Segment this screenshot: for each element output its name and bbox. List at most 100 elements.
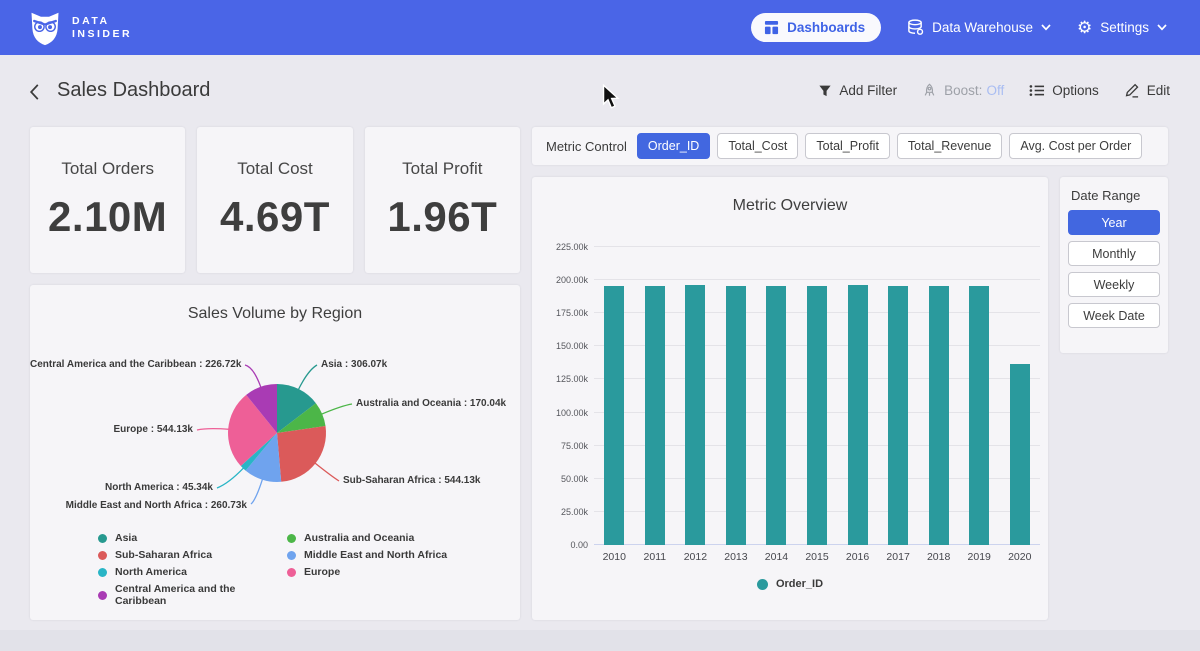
x-tick-label: 2018 — [918, 551, 959, 563]
legend-item: Sub-Saharan Africa — [98, 549, 287, 561]
page-title: Sales Dashboard — [57, 79, 210, 102]
filter-funnel-icon — [818, 84, 832, 98]
content-area: Sales Dashboard Add Filter Boost: Off — [0, 55, 1200, 630]
pie-leader-line — [315, 463, 339, 481]
x-tick-label: 2016 — [837, 551, 878, 563]
x-tick-label: 2015 — [797, 551, 838, 563]
metric-option-total-revenue[interactable]: Total_Revenue — [897, 133, 1002, 159]
dashboards-button[interactable]: Dashboards — [751, 13, 881, 42]
pie-label-middle-east-north-africa: Middle East and North Africa : 260.73k — [30, 500, 247, 511]
pie-chart-card: Sales Volume by Region Asia : 306.07k Au… — [30, 285, 520, 620]
legend-dot — [98, 591, 107, 600]
pie-legend: AsiaAustralia and OceaniaSub-Saharan Afr… — [98, 532, 447, 607]
data-warehouse-menu[interactable]: Data Warehouse — [907, 19, 1051, 36]
x-tick-label: 2017 — [878, 551, 919, 563]
bar-2010[interactable] — [604, 286, 624, 545]
bar-plot — [594, 247, 1040, 545]
bar-legend-label: Order_ID — [776, 578, 823, 590]
database-icon — [907, 19, 924, 36]
bar-2014[interactable] — [766, 286, 786, 545]
pie-leader-line — [321, 404, 352, 414]
kpi-value: 1.96T — [387, 193, 497, 241]
x-tick-label: 2011 — [635, 551, 676, 563]
legend-dot — [757, 579, 768, 590]
kpi-card: Total Orders 2.10M — [30, 127, 185, 273]
bar-2011[interactable] — [645, 286, 665, 545]
boost-label: Boost: — [944, 83, 982, 98]
brand-logo: DATA INSIDER — [27, 9, 132, 47]
brand-line2: INSIDER — [72, 28, 132, 41]
app-root: DATA INSIDER Dashboards — [0, 0, 1200, 651]
pencil-icon — [1124, 83, 1140, 98]
bar-2012[interactable] — [685, 285, 705, 545]
pie-slice-2[interactable] — [277, 426, 326, 482]
legend-dot — [98, 534, 107, 543]
legend-item: Middle East and North Africa — [287, 549, 447, 561]
x-tick-label: 2020 — [999, 551, 1040, 563]
add-filter-button[interactable]: Add Filter — [818, 83, 897, 98]
x-tick-label: 2012 — [675, 551, 716, 563]
y-tick-label: 150.00k — [556, 341, 588, 351]
options-button[interactable]: Options — [1029, 83, 1099, 98]
bar-x-axis: 2010201120122013201420152016201720182019… — [594, 551, 1040, 563]
bar-2013[interactable] — [726, 286, 746, 545]
add-filter-label: Add Filter — [839, 83, 897, 98]
dashboards-label: Dashboards — [787, 20, 865, 35]
y-tick-label: 200.00k — [556, 275, 588, 285]
x-tick-label: 2014 — [756, 551, 797, 563]
date-range-option-year[interactable]: Year — [1068, 210, 1160, 235]
data-warehouse-label: Data Warehouse — [932, 20, 1033, 35]
metric-buttons: Order_ID Total_Cost Total_Profit Total_Reve… — [637, 133, 1142, 159]
edit-label: Edit — [1147, 83, 1170, 98]
bar-2017[interactable] — [888, 286, 908, 545]
date-range-option-week-date[interactable]: Week Date — [1068, 303, 1160, 328]
y-tick-label: 125.00k — [556, 374, 588, 384]
legend-dot — [287, 568, 296, 577]
date-range-card: Date Range YearMonthlyWeeklyWeek Date — [1060, 177, 1168, 353]
metric-option-order-id[interactable]: Order_ID — [637, 133, 710, 159]
bar-2020[interactable] — [1010, 364, 1030, 545]
legend-item: North America — [98, 566, 287, 578]
bar-2015[interactable] — [807, 286, 827, 545]
pie-leader-line — [298, 365, 317, 390]
kpi-value: 2.10M — [48, 193, 167, 241]
pie-label-asia: Asia : 306.07k — [321, 359, 387, 370]
kpi-card: Total Cost 4.69T — [197, 127, 352, 273]
metric-option-total-profit[interactable]: Total_Profit — [805, 133, 890, 159]
boost-toggle[interactable]: Boost: Off — [922, 83, 1004, 98]
pie-leader-line — [245, 365, 261, 388]
legend-item: Europe — [287, 566, 447, 578]
legend-item: Central America and the Caribbean — [98, 583, 287, 607]
bar-y-axis: 0.0025.00k50.00k75.00k100.00k125.00k150.… — [532, 247, 588, 545]
back-chevron-icon[interactable] — [27, 82, 41, 102]
settings-menu[interactable]: ⚙︎ Settings — [1077, 20, 1167, 36]
metric-option-total-cost[interactable]: Total_Cost — [717, 133, 798, 159]
y-tick-label: 50.00k — [561, 474, 588, 484]
x-tick-label: 2019 — [959, 551, 1000, 563]
dashboards-grid-icon — [764, 20, 779, 35]
edit-button[interactable]: Edit — [1124, 83, 1170, 98]
bar-2018[interactable] — [929, 286, 949, 545]
y-tick-label: 0.00 — [570, 540, 588, 550]
pie-label-sub-saharan-africa: Sub-Saharan Africa : 544.13k — [343, 475, 480, 486]
y-tick-label: 175.00k — [556, 308, 588, 318]
date-range-option-weekly[interactable]: Weekly — [1068, 272, 1160, 297]
rocket-icon — [922, 83, 937, 98]
y-tick-label: 100.00k — [556, 408, 588, 418]
pie-label-north-america: North America : 45.34k — [30, 482, 213, 493]
options-label: Options — [1052, 83, 1099, 98]
pie-label-europe: Europe : 544.13k — [30, 424, 193, 435]
kpi-row: Total Orders 2.10MTotal Cost 4.69TTotal … — [30, 127, 520, 273]
legend-dot — [98, 551, 107, 560]
metric-control-label: Metric Control — [546, 139, 627, 154]
metric-option-avg-cost-per-order[interactable]: Avg. Cost per Order — [1009, 133, 1142, 159]
bar-2016[interactable] — [848, 285, 868, 545]
y-tick-label: 225.00k — [556, 242, 588, 252]
header-actions: Add Filter Boost: Off — [818, 83, 1170, 98]
metric-control-card: Metric Control Order_ID Total_Cost Total_P… — [532, 127, 1168, 165]
legend-dot — [98, 568, 107, 577]
date-range-option-monthly[interactable]: Monthly — [1068, 241, 1160, 266]
bar-2019[interactable] — [969, 286, 989, 545]
legend-item: Asia — [98, 532, 287, 544]
x-tick-label: 2010 — [594, 551, 635, 563]
